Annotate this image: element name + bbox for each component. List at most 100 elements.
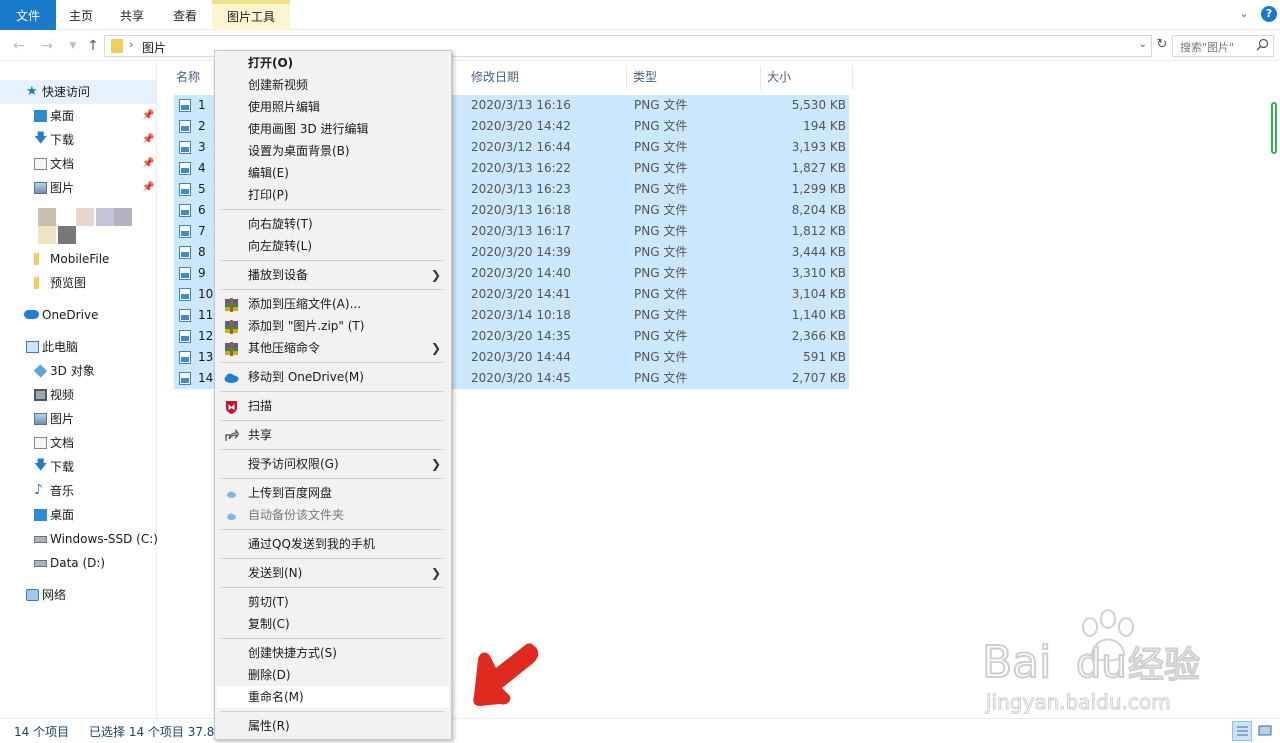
menu-item[interactable]: 重命名(M)	[217, 686, 449, 708]
menu-item[interactable]: 添加到 "图片.zip" (T)	[217, 315, 449, 337]
menu-item[interactable]: 使用照片编辑	[217, 96, 449, 118]
nav-item-pc-pictures[interactable]: 图片	[0, 407, 156, 431]
nav-label: Data (D:)	[50, 556, 106, 570]
vertical-scrollbar[interactable]	[1268, 62, 1280, 718]
nav-item-3d-objects[interactable]: 3D 对象	[0, 359, 156, 383]
nav-item-pc-desktop[interactable]: 桌面	[0, 503, 156, 527]
file-name: 14	[198, 371, 214, 385]
tab-view[interactable]: 查看	[158, 0, 212, 30]
menu-item[interactable]: 发送到(N) ❯	[217, 562, 449, 584]
ribbon-collapse-icon[interactable]: ⌄	[1237, 7, 1251, 21]
menu-item[interactable]: 添加到压缩文件(A)...	[217, 293, 449, 315]
menu-item[interactable]: 剪切(T)	[217, 591, 449, 613]
chevron-down-icon[interactable]: ⌄	[1139, 39, 1147, 50]
large-icons-view-button[interactable]	[1256, 721, 1276, 741]
file-date: 2020/3/20 14:45	[471, 371, 571, 385]
nav-item-drive-c[interactable]: Windows-SSD (C:)	[0, 527, 158, 551]
search-icon	[1256, 38, 1269, 51]
menu-item[interactable]: 播放到设备 ❯	[217, 264, 449, 286]
menu-item[interactable]: 打印(P)	[217, 184, 449, 206]
search-box[interactable]: 搜索"图片"	[1172, 35, 1274, 57]
file-type: PNG 文件	[634, 266, 688, 280]
nav-item-mobilefile[interactable]: MobileFile	[0, 247, 156, 271]
nav-item-drive-d[interactable]: Data (D:)	[0, 551, 156, 575]
menu-item[interactable]: 其他压缩命令 ❯	[217, 337, 449, 359]
nav-label: 桌面	[50, 109, 75, 123]
nav-onedrive[interactable]: OneDrive	[0, 303, 156, 327]
menu-item[interactable]: 通过QQ发送到我的手机	[217, 533, 449, 555]
menu-item[interactable]: 共享	[217, 424, 449, 446]
column-header-size[interactable]: 大小	[761, 66, 853, 90]
file-date: 2020/3/20 14:39	[471, 245, 571, 259]
folder-icon	[34, 253, 39, 265]
menu-item[interactable]: 向左旋转(L)	[217, 235, 449, 257]
help-icon[interactable]: ?	[1261, 6, 1277, 22]
menu-item[interactable]: 使用画图 3D 进行编辑	[217, 118, 449, 140]
back-button[interactable]: ←	[10, 37, 28, 55]
tab-home[interactable]: 主页	[56, 0, 106, 30]
nav-label: 网络	[42, 588, 67, 602]
details-view-button[interactable]	[1232, 721, 1252, 741]
selection-info: 已选择 14 个项目 37.8	[89, 725, 215, 739]
tab-share[interactable]: 共享	[106, 0, 158, 30]
network-icon	[26, 589, 39, 601]
menu-item[interactable]: 创建快捷方式(S)	[217, 642, 449, 664]
nav-item-desktop[interactable]: 桌面 📌	[0, 104, 156, 128]
nav-item-videos[interactable]: 视频	[0, 383, 156, 407]
up-button[interactable]: ↑	[84, 37, 102, 55]
nav-item-downloads[interactable]: 🡇 下载 📌	[0, 128, 156, 152]
column-header-date[interactable]: 修改日期	[465, 66, 627, 90]
file-date: 2020/3/20 14:41	[471, 287, 571, 301]
nav-network[interactable]: 网络	[0, 583, 156, 607]
menu-item-label: 上传到百度网盘	[248, 486, 333, 500]
file-name: 1	[198, 98, 206, 112]
mcafee-icon	[224, 399, 239, 414]
nav-item-music[interactable]: ♪ 音乐	[0, 479, 156, 503]
recent-locations-icon[interactable]: ▼	[64, 37, 82, 55]
nav-item-pictures[interactable]: 图片 📌	[0, 176, 156, 200]
nav-item-documents[interactable]: 文档 📌	[0, 152, 156, 176]
nav-item-pc-documents[interactable]: 文档	[0, 431, 156, 455]
file-date: 2020/3/20 14:35	[471, 329, 571, 343]
image-file-icon	[179, 246, 191, 259]
menu-item[interactable]: 打开(O)	[217, 52, 449, 74]
tab-file[interactable]: 文件	[0, 0, 56, 30]
svg-text:经验: 经验	[1128, 645, 1200, 686]
video-icon	[34, 389, 47, 401]
nav-label: OneDrive	[42, 308, 99, 322]
file-type: PNG 文件	[634, 203, 688, 217]
scrollbar-thumb[interactable]	[1271, 102, 1277, 154]
menu-item[interactable]: 向右旋转(T)	[217, 213, 449, 235]
nav-label: 桌面	[50, 508, 75, 522]
folder-icon	[111, 39, 123, 53]
column-header-type[interactable]: 类型	[627, 66, 761, 90]
menu-item[interactable]: 移动到 OneDrive(M)	[217, 366, 449, 388]
tab-picture-tools[interactable]: 图片工具	[212, 0, 290, 30]
menu-item[interactable]: 扫描	[217, 395, 449, 417]
forward-button[interactable]: →	[38, 37, 56, 55]
image-file-icon	[179, 225, 191, 238]
menu-separator	[221, 260, 443, 261]
nav-quick-access[interactable]: ★ 快速访问	[0, 80, 156, 104]
file-name: 9	[198, 266, 206, 280]
computer-icon	[26, 341, 39, 353]
file-name: 7	[198, 224, 206, 238]
svg-text:du: du	[1076, 641, 1127, 687]
file-date: 2020/3/12 16:44	[471, 140, 571, 154]
menu-item[interactable]: 属性(R)	[217, 715, 449, 737]
nav-item-preview[interactable]: 预览图	[0, 271, 156, 295]
nav-this-pc[interactable]: 此电脑	[0, 335, 156, 359]
menu-item[interactable]: 复制(C)	[217, 613, 449, 635]
menu-item[interactable]: 授予访问权限(G) ❯	[217, 453, 449, 475]
menu-item[interactable]: 编辑(E)	[217, 162, 449, 184]
menu-item[interactable]: 上传到百度网盘	[217, 482, 449, 504]
menu-item[interactable]: 设置为桌面背景(B)	[217, 140, 449, 162]
menu-separator	[221, 558, 443, 559]
menu-item[interactable]: 删除(D)	[217, 664, 449, 686]
breadcrumb[interactable]: 图片	[142, 39, 166, 56]
refresh-button[interactable]: ↻	[1154, 37, 1170, 55]
search-input[interactable]: 搜索"图片"	[1180, 39, 1234, 55]
nav-item-pc-downloads[interactable]: 🡇 下载	[0, 455, 156, 479]
menu-item[interactable]: 创建新视频	[217, 74, 449, 96]
menu-item[interactable]: 自动备份该文件夹	[217, 504, 449, 526]
